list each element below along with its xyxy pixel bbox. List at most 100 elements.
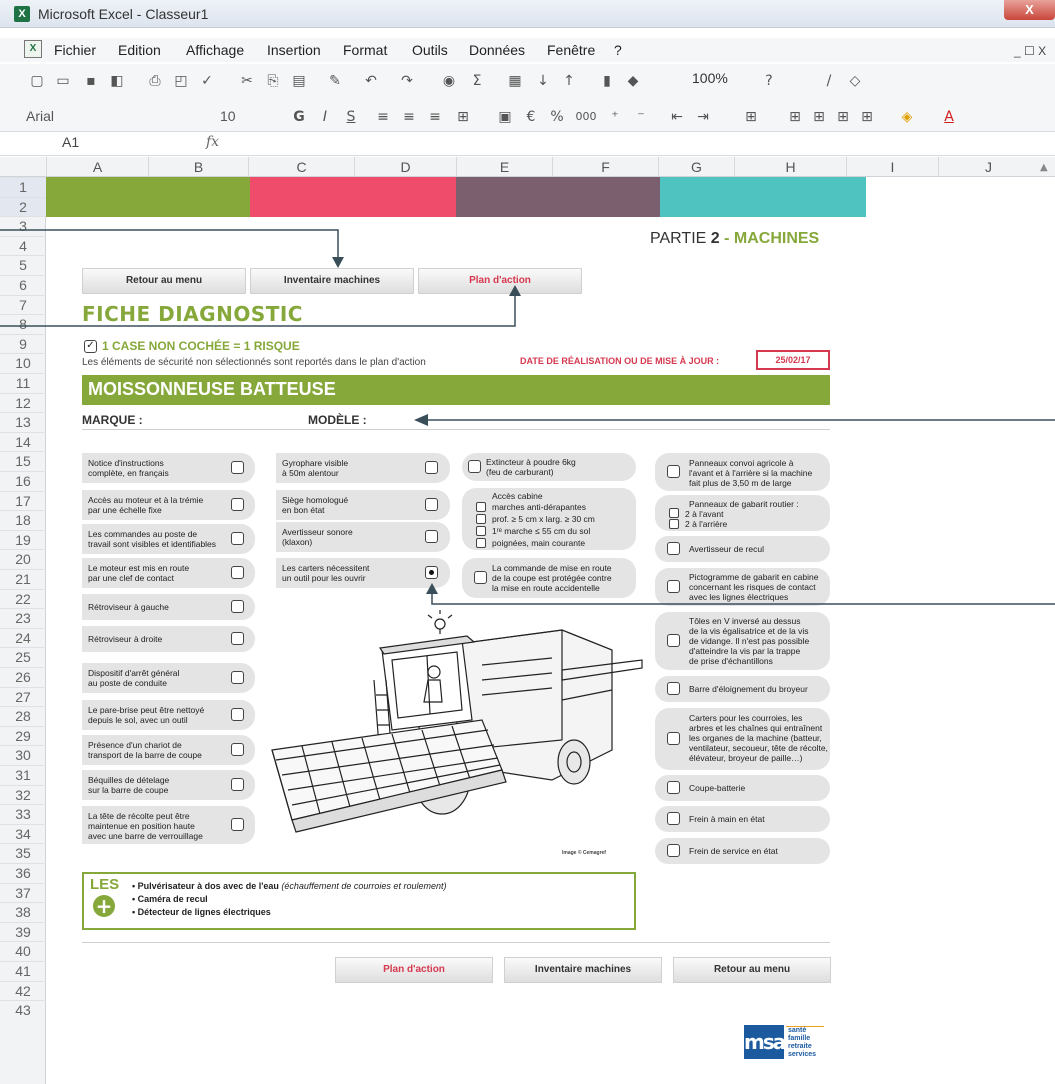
checkbox[interactable] [231,818,244,831]
checkbox[interactable] [667,682,680,695]
back-to-menu-button-bottom[interactable]: Retour au menu [673,957,831,983]
checkbox[interactable] [231,566,244,579]
menu-outils[interactable]: Outils [412,42,448,58]
checkbox[interactable] [425,461,438,474]
date-field[interactable]: 25/02/17 [756,350,830,370]
row-header[interactable]: 40 [0,941,46,961]
check-item[interactable]: Notice d'instructions complète, en franç… [82,453,255,483]
row-header[interactable]: 39 [0,921,46,942]
checkbox[interactable] [476,502,486,512]
check-item[interactable]: Extincteur à poudre 6kg (feu de carburan… [462,453,636,481]
check-item[interactable]: Accès au moteur et à la trémie par une é… [82,490,255,520]
workbook-window-controls[interactable]: _ ☐ X [1014,44,1046,58]
font-name-select[interactable]: Arial [26,106,216,126]
column-header-c[interactable]: C [248,157,354,177]
row-header[interactable]: 17 [0,490,46,511]
checkbox[interactable] [231,708,244,721]
check-item[interactable]: Coupe-batterie [655,775,830,801]
save-icon[interactable]: ▪ [82,72,100,90]
checkbox[interactable] [231,461,244,474]
checkbox[interactable] [476,514,486,524]
check-item[interactable]: Rétroviseur à gauche [82,594,255,620]
checkbox[interactable] [667,465,680,478]
copy-icon[interactable]: ⎘ [264,72,282,90]
check-item[interactable]: Carters pour les courroies, les arbres e… [655,708,830,770]
column-header-d[interactable]: D [354,157,456,177]
check-item[interactable]: Les carters nécessitent un outil pour le… [276,558,450,588]
row-header[interactable]: 43 [0,1000,46,1020]
checkbox[interactable] [231,532,244,545]
action-plan-button[interactable]: Plan d'action [418,268,582,294]
row-header[interactable]: 1 [0,177,46,197]
row-header[interactable]: 10 [0,353,46,373]
row-header[interactable]: 35 [0,843,46,863]
row-header[interactable]: 31 [0,765,46,785]
menu-insertion[interactable]: Insertion [267,42,321,58]
formula-bar[interactable] [0,132,1055,156]
row-header[interactable]: 25 [0,647,46,667]
check-item[interactable]: Frein de service en état [655,838,830,864]
cut-icon[interactable]: ✂ [238,72,256,90]
fill-color-icon[interactable]: ◈ [898,108,916,126]
check-item[interactable]: Dispositif d'arrêt général au poste de c… [82,663,255,693]
print-icon[interactable]: ⎙ [146,72,164,90]
pen-icon[interactable]: / [820,72,838,90]
checkbox[interactable] [667,542,680,555]
thousands-button[interactable]: 000 [572,108,600,126]
column-header-e[interactable]: E [456,157,552,177]
machine-inventory-button-bottom[interactable]: Inventaire machines [504,957,662,983]
checkbox[interactable] [231,671,244,684]
row-header[interactable]: 15 [0,451,46,471]
font-size-select[interactable]: 10 [220,106,260,126]
check-item[interactable]: La commande de mise en route de la coupe… [462,558,636,598]
print-preview-icon[interactable]: ◰ [172,72,190,90]
column-header-b[interactable]: B [148,157,248,177]
menu-edition[interactable]: Edition [118,42,161,58]
help-icon[interactable]: ? [760,72,778,90]
row-header[interactable]: 16 [0,471,46,491]
decrease-decimal-icon[interactable]: ⁻ [632,108,650,126]
row-header[interactable]: 38 [0,902,46,922]
check-item[interactable]: Présence d'un chariot de transport de la… [82,735,255,765]
close-window-button[interactable]: X [1004,0,1055,20]
check-item[interactable]: Panneaux convoi agricole à l'avant et à … [655,453,830,491]
row-header[interactable]: 21 [0,569,46,589]
menu-fenetre[interactable]: Fenêtre [547,42,595,58]
eraser-icon[interactable]: ◇ [846,72,864,90]
menu-help[interactable]: ? [614,42,622,58]
scroll-up-arrow-icon[interactable]: ▲ [1040,162,1048,173]
format-painter-icon[interactable]: ✎ [326,72,344,90]
checkbox[interactable] [667,732,680,745]
checkbox[interactable] [476,526,486,536]
menu-donnees[interactable]: Données [469,42,525,58]
check-item[interactable]: Gyrophare visible à 50m alentour [276,453,450,483]
row-header[interactable]: 24 [0,627,46,648]
insert-function-fx-icon[interactable]: fx [206,134,219,150]
paste-icon[interactable]: ▤ [290,72,308,90]
column-header-f[interactable]: F [552,157,658,177]
column-header-h[interactable]: H [734,157,846,177]
grid-icon[interactable]: ⊞ [786,108,804,126]
grid-icon-3[interactable]: ⊞ [834,108,852,126]
check-item[interactable]: Pictogramme de gabarit en cabine concern… [655,568,830,606]
machine-inventory-button[interactable]: Inventaire machines [250,268,414,294]
row-header[interactable]: 27 [0,686,46,707]
column-header-i[interactable]: I [846,157,938,177]
sort-descending-icon[interactable]: ↑ [560,72,578,90]
row-header[interactable]: 13 [0,412,46,432]
row-header[interactable]: 36 [0,863,46,883]
row-header[interactable]: 33 [0,804,46,824]
checkbox[interactable] [231,600,244,613]
row-header[interactable]: 23 [0,608,46,628]
row-header[interactable]: 20 [0,549,46,569]
checkbox[interactable] [667,812,680,825]
checkbox[interactable] [669,508,679,518]
check-item[interactable]: Les commandes au poste de travail sont v… [82,524,255,554]
menu-fichier[interactable]: Fichier [54,42,96,58]
undo-icon[interactable]: ↶ [362,72,380,90]
bold-button[interactable]: G [290,108,308,126]
autosum-icon[interactable]: Σ [468,72,486,90]
spelling-icon[interactable]: ✓ [198,72,216,90]
row-header[interactable]: 18 [0,510,46,530]
check-item[interactable]: Siège homologué en bon état [276,490,450,520]
